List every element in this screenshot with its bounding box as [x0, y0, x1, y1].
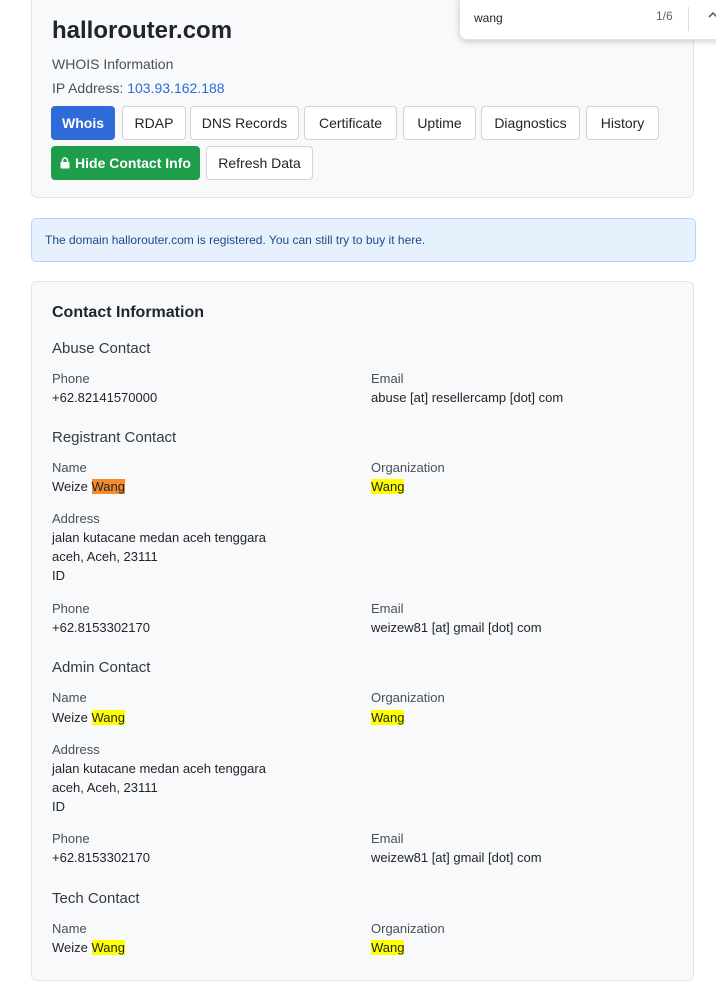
page-subtitle: WHOIS Information — [52, 56, 174, 72]
registrant-address-label: Address — [52, 511, 100, 526]
admin-last-name-match: Wang — [91, 710, 125, 725]
abuse-contact-title: Abuse Contact — [52, 340, 151, 357]
refresh-data-button[interactable]: Refresh Data — [206, 146, 313, 180]
registrant-contact-title: Registrant Contact — [52, 429, 177, 446]
ip-address-row: IP Address: 103.93.162.188 — [52, 80, 225, 96]
tab-rdap[interactable]: RDAP — [122, 106, 186, 140]
find-in-page-bar: 1/6 — [459, 0, 716, 40]
registrant-org-value: Wang — [371, 477, 405, 496]
contact-section-title: Contact Information — [52, 304, 204, 321]
abuse-phone-label: Phone — [52, 371, 90, 386]
alert-suffix: . — [421, 233, 426, 247]
admin-name-value: Weize Wang — [52, 708, 125, 727]
contact-information-card: Contact Information Abuse Contact Phone … — [31, 281, 694, 981]
alert-prefix: The domain — [45, 233, 109, 247]
abuse-email-label: Email — [371, 371, 404, 386]
tech-contact-title: Tech Contact — [52, 890, 140, 907]
page-title: hallorouter.com — [52, 17, 233, 44]
admin-email-value: weizew81 [at] gmail [dot] com — [371, 850, 542, 865]
alert-text: The domain hallorouter.com is registered… — [45, 233, 425, 247]
registrant-email-label: Email — [371, 601, 404, 616]
tech-last-name-match: Wang — [91, 940, 125, 955]
admin-phone-value: +62.8153302170 — [52, 850, 150, 865]
tech-name-label: Name — [52, 921, 87, 936]
tab-history[interactable]: History — [586, 106, 659, 140]
tab-dns-records[interactable]: DNS Records — [190, 106, 299, 140]
registrant-name-value: Weize Wang — [52, 477, 125, 496]
abuse-email-value: abuse [at] resellercamp [dot] com — [371, 390, 564, 405]
ip-address-link[interactable]: 103.93.162.188 — [127, 80, 224, 96]
hide-contact-info-label: Hide Contact Info — [75, 155, 191, 171]
abuse-phone-value: +62.82141570000 — [52, 390, 158, 405]
tech-org-label: Organization — [371, 921, 445, 936]
admin-email-label: Email — [371, 831, 404, 846]
registrant-first-name: Weize — [52, 479, 88, 494]
tech-org-value: Wang — [371, 938, 405, 957]
admin-org-label: Organization — [371, 690, 445, 705]
tech-first-name: Weize — [52, 940, 88, 955]
admin-name-label: Name — [52, 690, 87, 705]
find-divider — [688, 7, 689, 31]
alert-middle: is registered. You can still try to buy … — [197, 233, 395, 247]
admin-org-match: Wang — [371, 710, 405, 725]
chevron-up-icon[interactable] — [706, 8, 716, 22]
find-match-count: 1/6 — [656, 9, 673, 23]
tab-certificate[interactable]: Certificate — [304, 106, 397, 140]
registrant-address-line-2: aceh, Aceh, 23111 — [52, 549, 158, 564]
tech-org-match: Wang — [371, 940, 405, 955]
tab-whois[interactable]: Whois — [51, 106, 115, 140]
registrant-address-line-3: ID — [52, 568, 65, 583]
tab-uptime[interactable]: Uptime — [403, 106, 476, 140]
registrant-last-name-match: Wang — [91, 479, 125, 494]
admin-org-value: Wang — [371, 708, 405, 727]
registrant-org-label: Organization — [371, 460, 445, 475]
registrant-phone-value: +62.8153302170 — [52, 620, 150, 635]
registrant-address-line-1: jalan kutacane medan aceh tenggara — [52, 530, 266, 545]
lock-icon — [60, 157, 70, 169]
alert-domain-link[interactable]: hallorouter.com — [112, 233, 194, 247]
alert-buy-link[interactable]: here — [398, 233, 422, 247]
admin-address-line-3: ID — [52, 799, 65, 814]
registrant-email-value: weizew81 [at] gmail [dot] com — [371, 620, 542, 635]
ip-address-label: IP Address: — [52, 80, 124, 96]
admin-first-name: Weize — [52, 710, 88, 725]
hide-contact-info-button[interactable]: Hide Contact Info — [51, 146, 200, 180]
registration-alert: The domain hallorouter.com is registered… — [31, 218, 696, 262]
admin-address-line-2: aceh, Aceh, 23111 — [52, 780, 158, 795]
admin-address-line-1: jalan kutacane medan aceh tenggara — [52, 761, 266, 776]
registrant-org-match: Wang — [371, 479, 405, 494]
admin-address-label: Address — [52, 742, 100, 757]
find-input[interactable] — [474, 9, 644, 27]
admin-phone-label: Phone — [52, 831, 90, 846]
tech-name-value: Weize Wang — [52, 938, 125, 957]
registrant-name-label: Name — [52, 460, 87, 475]
tab-diagnostics[interactable]: Diagnostics — [481, 106, 580, 140]
admin-contact-title: Admin Contact — [52, 659, 151, 676]
registrant-phone-label: Phone — [52, 601, 90, 616]
